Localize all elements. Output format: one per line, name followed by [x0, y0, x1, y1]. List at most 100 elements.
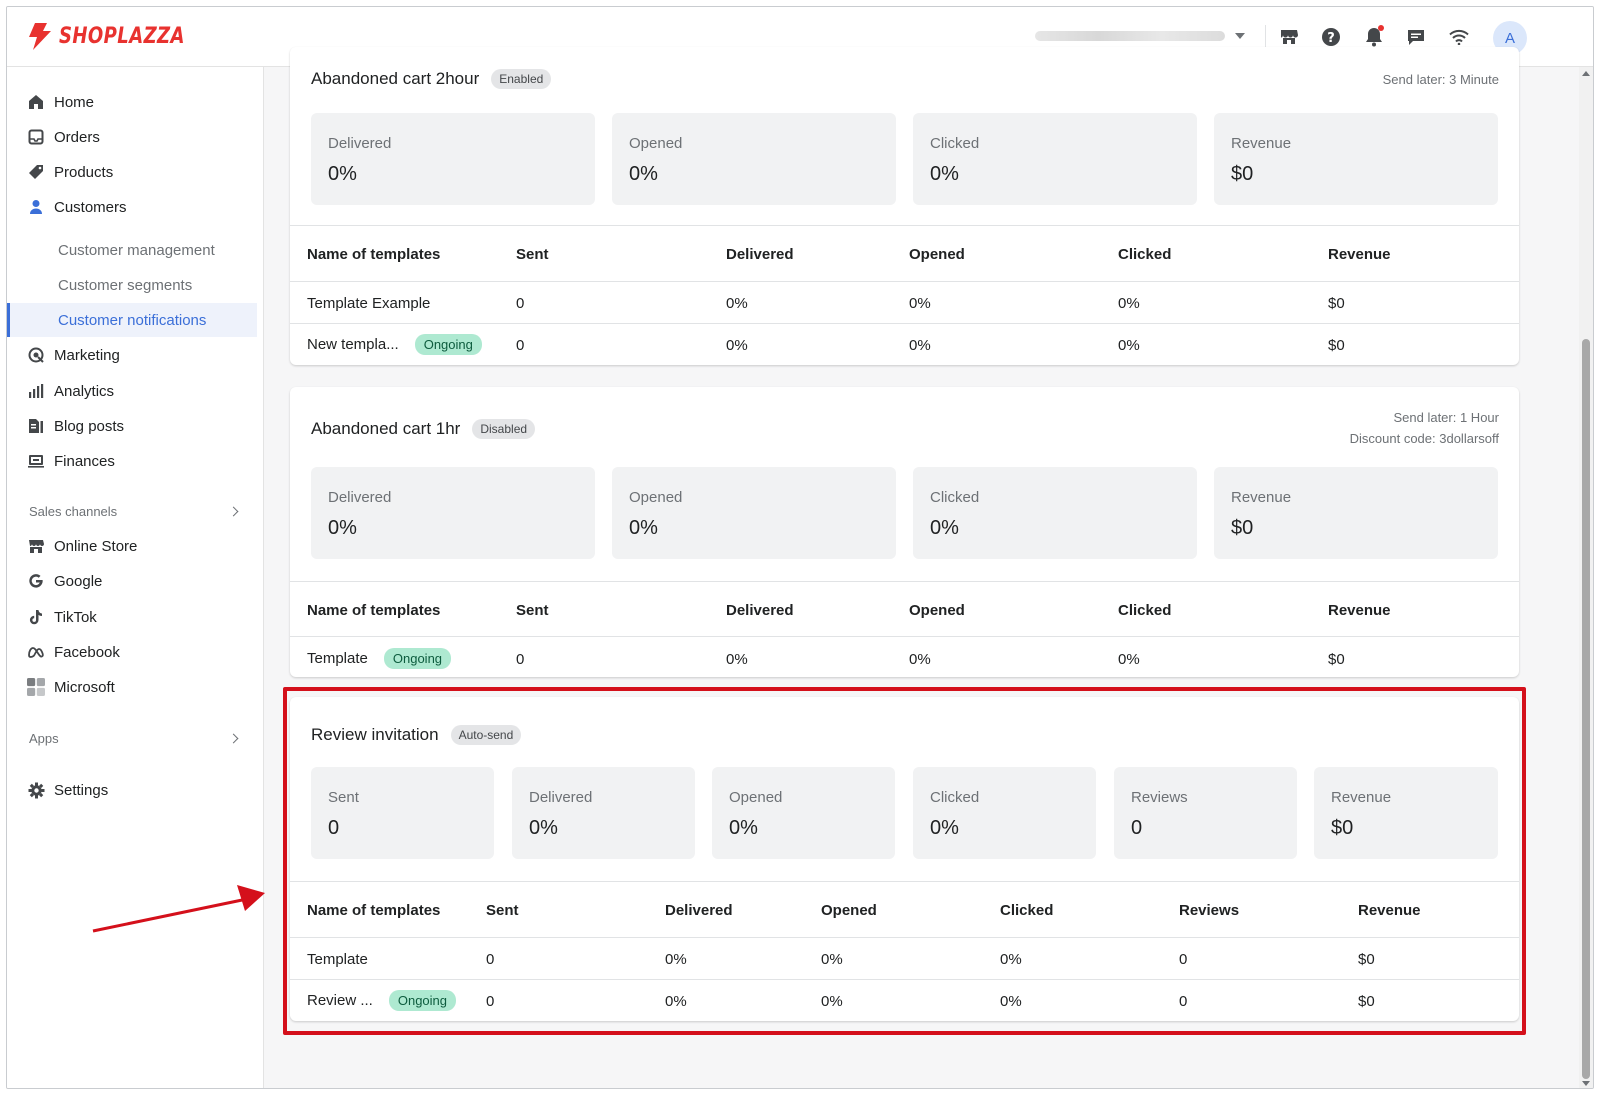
sidebar-item-analytics[interactable]: Analytics [7, 374, 257, 408]
notification-card-abandoned-cart-1hr: Abandoned cart 1hr Disabled Send later: … [290, 387, 1519, 677]
table-cell: $0 [1328, 337, 1345, 354]
scrollbar-thumb[interactable] [1582, 339, 1590, 1079]
scroll-up-icon[interactable] [1582, 71, 1590, 76]
column-header: Reviews [1179, 902, 1240, 919]
analytics-icon [27, 382, 45, 400]
scrollbar[interactable] [1579, 67, 1593, 1088]
status-badge: Auto-send [450, 725, 522, 745]
card-title-text: Abandoned cart 2hour [311, 69, 480, 88]
sales-channels-label: Sales channels [29, 504, 118, 519]
stat-revenue: Revenue $0 [1214, 467, 1498, 559]
send-later-text: Send later: 3 Minute [1382, 72, 1499, 87]
sidebar-item-customers[interactable]: Customers [7, 190, 257, 224]
table-row-name[interactable]: Template Example [307, 295, 430, 312]
sidebar-item-label: Blog posts [54, 417, 125, 435]
stat-value: 0% [328, 163, 357, 185]
stat-delivered: Delivered 0% [311, 467, 595, 559]
column-header: Opened [909, 602, 965, 619]
sidebar-item-marketing[interactable]: Marketing [7, 338, 257, 372]
notification-card-review-invitation: Review invitation Auto-send Sent 0 Deliv… [290, 697, 1519, 1021]
stat-value: 0% [328, 517, 357, 539]
table-cell: 0 [486, 993, 495, 1010]
google-icon [27, 572, 45, 590]
table-cell: 0% [821, 993, 843, 1010]
marketing-icon [27, 346, 45, 364]
sidebar-item-label: Microsoft [54, 678, 115, 696]
sidebar-subitem-customer-notifications[interactable]: Customer notifications [7, 303, 257, 337]
table-cell: 0 [1179, 951, 1188, 968]
wifi-icon[interactable] [1447, 25, 1471, 49]
sidebar-item-label: Customer management [58, 241, 215, 259]
column-header: Revenue [1328, 602, 1391, 619]
table-row-name[interactable]: New templa... Ongoing [307, 334, 482, 355]
sidebar-subitem-customer-management[interactable]: Customer management [7, 233, 257, 267]
sidebar-item-settings[interactable]: Settings [7, 773, 257, 807]
divider [290, 636, 1519, 637]
microsoft-icon [27, 678, 45, 696]
column-header: Revenue [1328, 246, 1391, 263]
notification-card-abandoned-cart-2hour: Abandoned cart 2hour Enabled Send later:… [290, 47, 1519, 365]
sidebar-item-label: Online Store [54, 537, 138, 555]
store-selector[interactable] [1035, 29, 1247, 43]
column-header: Sent [516, 246, 549, 263]
sidebar-item-label: TikTok [54, 608, 97, 626]
scroll-down-icon[interactable] [1582, 1081, 1590, 1086]
stat-opened: Opened 0% [712, 767, 895, 859]
table-cell: 0% [1118, 295, 1140, 312]
notification-dot [1378, 25, 1384, 31]
chevron-right-icon [228, 733, 239, 744]
sidebar-item-microsoft[interactable]: Microsoft [7, 670, 257, 704]
chat-icon[interactable] [1404, 25, 1428, 49]
sidebar-item-label: Settings [54, 781, 109, 799]
sidebar-item-home[interactable]: Home [7, 85, 257, 119]
stat-label: Opened [629, 135, 683, 152]
sidebar-item-label: Facebook [54, 643, 120, 661]
apps-header[interactable]: Apps [29, 731, 243, 746]
template-name: Template Example [307, 295, 431, 312]
table-row-name[interactable]: Review ... Ongoing [307, 990, 457, 1011]
template-name: Template [307, 650, 368, 667]
meta-icon [27, 643, 45, 661]
table-row-name[interactable]: Template [307, 951, 368, 968]
sidebar-subitem-customer-segments[interactable]: Customer segments [7, 268, 257, 302]
tag-icon [27, 163, 45, 181]
sidebar-item-label: Marketing [54, 346, 120, 364]
sidebar-item-blog-posts[interactable]: Blog posts [7, 409, 257, 443]
help-icon[interactable]: ? [1319, 25, 1343, 49]
stat-sent: Sent 0 [311, 767, 494, 859]
stat-opened: Opened 0% [612, 113, 896, 205]
stat-revenue: Revenue $0 [1214, 113, 1498, 205]
stat-opened: Opened 0% [612, 467, 896, 559]
sales-channels-header[interactable]: Sales channels [29, 504, 243, 519]
column-header: Delivered [726, 246, 794, 263]
store-icon[interactable] [1277, 25, 1301, 49]
stat-value: 0% [930, 163, 959, 185]
brand-logo[interactable]: SHOPLAZZA [27, 21, 213, 51]
card-meta: Send later: 1 Hour Discount code: 3dolla… [1350, 407, 1499, 449]
column-header: Name of templates [307, 602, 441, 619]
chevron-down-icon [1235, 33, 1245, 39]
stat-value: 0% [930, 517, 959, 539]
table-cell: 0 [516, 337, 525, 354]
brand-name: SHOPLAZZA [59, 23, 185, 49]
sidebar-item-orders[interactable]: Orders [7, 120, 257, 154]
bell-icon[interactable] [1362, 25, 1386, 49]
sidebar-item-label: Orders [54, 128, 100, 146]
status-badge: Ongoing [388, 990, 457, 1011]
stat-value: 0% [729, 817, 758, 839]
sidebar-item-products[interactable]: Products [7, 155, 257, 189]
sidebar-item-google[interactable]: Google [7, 564, 257, 598]
table-cell: 0% [1118, 651, 1140, 668]
divider [290, 323, 1519, 324]
sidebar-item-tiktok[interactable]: TikTok [7, 600, 257, 634]
table-cell: 0 [1179, 993, 1188, 1010]
sidebar-item-label: Finances [54, 452, 115, 470]
table-row-name[interactable]: Template Ongoing [307, 648, 452, 669]
stat-label: Revenue [1331, 789, 1392, 806]
stat-value: 0 [328, 817, 340, 839]
sidebar-item-online-store[interactable]: Online Store [7, 529, 257, 563]
stat-delivered: Delivered 0% [512, 767, 695, 859]
sidebar-item-facebook[interactable]: Facebook [7, 635, 257, 669]
inbox-icon [27, 128, 45, 146]
sidebar-item-finances[interactable]: Finances [7, 444, 257, 478]
